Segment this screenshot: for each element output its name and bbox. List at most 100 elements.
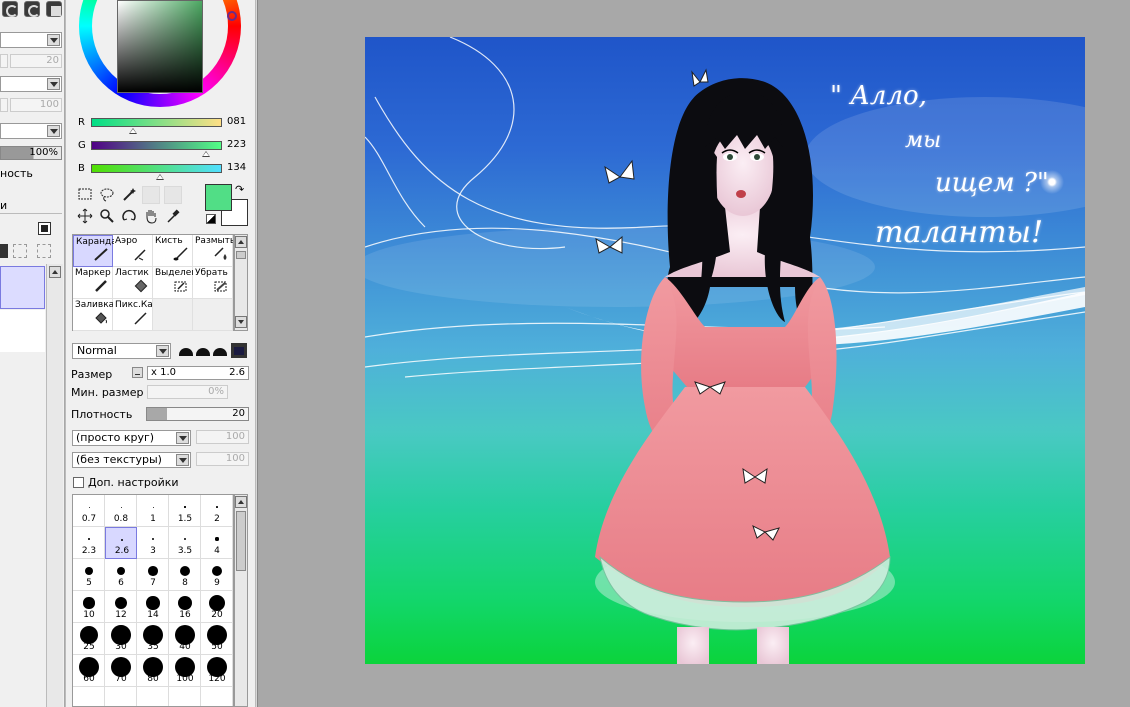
- layer-opacity-slider[interactable]: 100%: [0, 146, 62, 160]
- brush-size-cell[interactable]: 16: [169, 591, 201, 623]
- rotate-right-icon[interactable]: [24, 1, 40, 17]
- brush-size-cell[interactable]: 3: [137, 527, 169, 559]
- brush-scrollbar[interactable]: [234, 234, 248, 331]
- brush-size-cell[interactable]: [201, 687, 233, 706]
- brush-size-cell[interactable]: 1: [137, 495, 169, 527]
- brush-size-cell[interactable]: 0.7: [73, 495, 105, 527]
- brush-eraser[interactable]: Ластик: [113, 267, 153, 299]
- rotate-left-icon[interactable]: [2, 1, 18, 17]
- brush-size-cell[interactable]: [105, 687, 137, 706]
- brush-size-cell[interactable]: 10: [73, 591, 105, 623]
- brush-size-cell[interactable]: 6: [105, 559, 137, 591]
- brush-size-cell[interactable]: 8: [169, 559, 201, 591]
- reset-colors-icon[interactable]: [206, 214, 216, 224]
- advanced-settings-checkbox[interactable]: [73, 477, 84, 488]
- panel-divider[interactable]: [255, 0, 258, 707]
- brush-deselect[interactable]: Убрать: [193, 267, 233, 299]
- brush-size-cell[interactable]: 4: [201, 527, 233, 559]
- tip-medium-icon[interactable]: [195, 343, 211, 358]
- move-icon[interactable]: [76, 208, 94, 226]
- lasso-icon[interactable]: [98, 186, 116, 204]
- brush-size-cell[interactable]: 2: [201, 495, 233, 527]
- brush-airbrush[interactable]: Аэро: [113, 235, 153, 267]
- brush-size-cell[interactable]: 9: [201, 559, 233, 591]
- layer-value-field[interactable]: 100: [10, 98, 62, 112]
- brush-size-cell[interactable]: 25: [73, 623, 105, 655]
- scroll-up-icon[interactable]: [49, 266, 61, 278]
- blue-slider-thumb[interactable]: [155, 174, 164, 180]
- brush-size-cell[interactable]: 2.6: [105, 527, 137, 559]
- brush-size-cell[interactable]: 35: [137, 623, 169, 655]
- layer-value-field[interactable]: 20: [10, 54, 62, 68]
- brush-shape-select[interactable]: (просто круг): [72, 430, 191, 446]
- density-slider[interactable]: 20: [146, 407, 249, 421]
- new-folder-icon[interactable]: [13, 244, 27, 258]
- brush-size-cell[interactable]: 60: [73, 655, 105, 687]
- green-slider[interactable]: [91, 141, 222, 150]
- scroll-thumb[interactable]: [236, 251, 246, 259]
- tip-soft-icon[interactable]: [212, 343, 228, 358]
- layer-mode-select[interactable]: [0, 32, 62, 48]
- reset-view-icon[interactable]: [46, 1, 62, 17]
- new-layer-icon[interactable]: [0, 244, 8, 258]
- layer-scrollbar[interactable]: [46, 264, 63, 707]
- copy-layer-icon[interactable]: [37, 244, 51, 258]
- brush-size-cell[interactable]: 50: [201, 623, 233, 655]
- brush-size-cell[interactable]: [137, 687, 169, 706]
- brush-selection[interactable]: Выделен: [153, 267, 193, 299]
- texture-strength-field[interactable]: 100: [196, 452, 249, 466]
- brush-size-cell[interactable]: 3.5: [169, 527, 201, 559]
- brush-size-cell[interactable]: 1.5: [169, 495, 201, 527]
- tip-hard-icon[interactable]: [178, 343, 194, 358]
- magic-wand-icon[interactable]: [120, 186, 138, 204]
- brush-size-cell[interactable]: [169, 687, 201, 706]
- brush-size-cell[interactable]: 0.8: [105, 495, 137, 527]
- brush-size-cell[interactable]: 100: [169, 655, 201, 687]
- brush-pencil[interactable]: Каранда: [73, 235, 114, 267]
- scroll-down-icon[interactable]: [235, 316, 247, 328]
- blue-slider[interactable]: [91, 164, 222, 173]
- brush-brush[interactable]: Кисть: [153, 235, 193, 267]
- brush-texture-select[interactable]: (без текстуры): [72, 452, 191, 468]
- select-rect-icon[interactable]: [76, 186, 94, 204]
- brush-size-cell[interactable]: 12: [105, 591, 137, 623]
- scroll-up-icon[interactable]: [235, 496, 247, 508]
- brush-size-cell[interactable]: 40: [169, 623, 201, 655]
- blend-mode-select[interactable]: Normal: [72, 343, 171, 359]
- brush-size-cell[interactable]: 14: [137, 591, 169, 623]
- rotate-icon[interactable]: [120, 208, 138, 226]
- layer-blend-select[interactable]: [0, 76, 62, 92]
- brush-size-cell[interactable]: 30: [105, 623, 137, 655]
- brush-size-cell[interactable]: 2.3: [73, 527, 105, 559]
- saturation-value-square[interactable]: [117, 0, 203, 93]
- brush-size-cell[interactable]: 20: [201, 591, 233, 623]
- min-size-field[interactable]: 0%: [147, 385, 228, 399]
- brush-size-cell[interactable]: 5: [73, 559, 105, 591]
- size-field[interactable]: x 1.0 2.6: [147, 366, 249, 380]
- scroll-thumb[interactable]: [236, 511, 246, 571]
- layer-mask-icon[interactable]: [38, 222, 51, 235]
- brush-fill[interactable]: Заливка: [73, 299, 113, 331]
- brush-blur[interactable]: Размыть: [193, 235, 233, 267]
- red-slider-thumb[interactable]: [128, 128, 137, 134]
- brush-marker[interactable]: Маркер: [73, 267, 113, 299]
- green-slider-thumb[interactable]: [201, 151, 210, 157]
- brush-pixel[interactable]: Пикс.Ка: [113, 299, 153, 331]
- brush-size-cell[interactable]: [73, 687, 105, 706]
- brush-size-cell[interactable]: 7: [137, 559, 169, 591]
- scroll-up-icon[interactable]: [235, 236, 247, 248]
- brush-size-cell[interactable]: 80: [137, 655, 169, 687]
- foreground-color-swatch[interactable]: [205, 184, 232, 211]
- shape-strength-field[interactable]: 100: [196, 430, 249, 444]
- hand-icon[interactable]: [142, 208, 160, 226]
- tip-square-icon[interactable]: [231, 343, 247, 358]
- hue-marker[interactable]: [227, 11, 237, 21]
- size-scrollbar[interactable]: [234, 494, 248, 707]
- layer-item-selected[interactable]: [0, 266, 45, 309]
- red-slider[interactable]: [91, 118, 222, 127]
- size-mode-button[interactable]: [132, 367, 143, 378]
- drawing-canvas[interactable]: " Алло, мы ищем ?" таланты!: [365, 37, 1085, 664]
- eyedropper-icon[interactable]: [164, 208, 182, 226]
- layer-option-select[interactable]: [0, 123, 62, 139]
- brush-size-cell[interactable]: 70: [105, 655, 137, 687]
